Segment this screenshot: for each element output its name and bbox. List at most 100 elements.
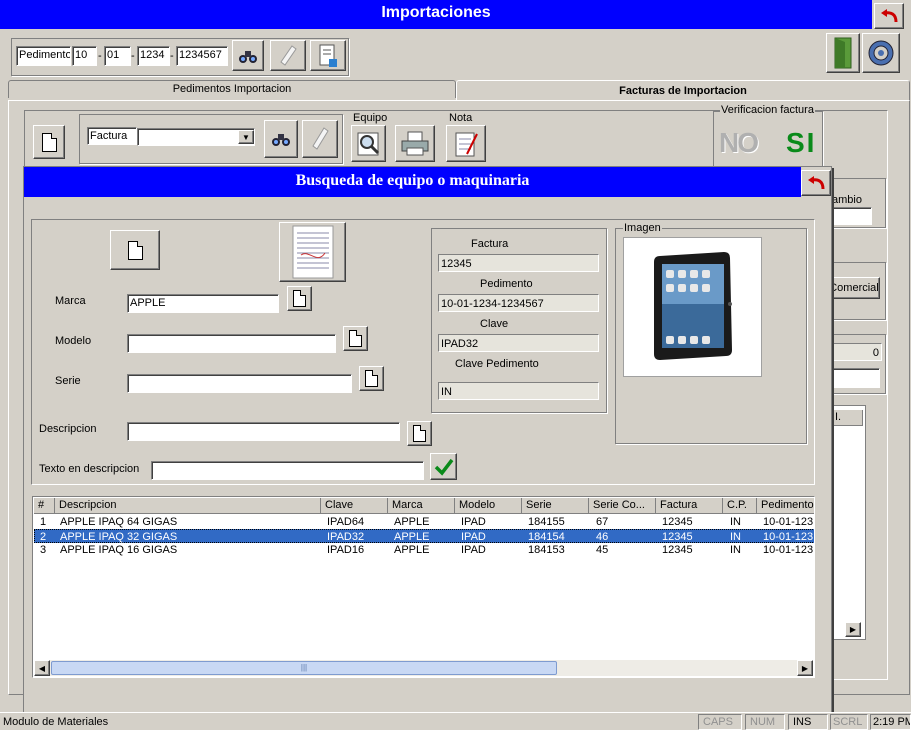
- comercial-button[interactable]: Comercial: [828, 277, 880, 299]
- serie-input[interactable]: [127, 374, 352, 393]
- tab-facturas-label: Facturas de Importacion: [619, 85, 747, 97]
- modelo-label: Modelo: [55, 335, 92, 347]
- info-clave-ped-value: IN: [438, 382, 599, 400]
- right-grid-scroll-right[interactable]: ▶: [845, 622, 861, 637]
- chevron-right-icon: ▶: [801, 663, 809, 673]
- si-label: SI: [786, 127, 817, 158]
- info-pedimento-value: 10-01-1234-1234567: [438, 294, 599, 312]
- col-modelo[interactable]: Modelo: [455, 498, 522, 514]
- factura-edit-button[interactable]: [302, 120, 338, 158]
- gear-icon: [868, 40, 894, 66]
- col-pedimento[interactable]: Pedimento: [757, 498, 814, 514]
- tab-facturas[interactable]: Facturas de Importacion: [456, 80, 910, 101]
- dialog-title-bar: Busqueda de equipo o maquinaria: [24, 167, 801, 197]
- exit-door-button[interactable]: [826, 33, 860, 73]
- marca-label: Marca: [55, 295, 86, 307]
- pedimento-label-box: Pedimento: [16, 46, 71, 66]
- dialog-new-button[interactable]: [110, 230, 160, 270]
- marca-input[interactable]: APPLE: [127, 294, 279, 313]
- modelo-lookup-button[interactable]: [343, 326, 368, 351]
- info-factura-label: Factura: [471, 238, 509, 250]
- tab-pedimentos[interactable]: Pedimentos Importacion: [8, 80, 456, 98]
- info-clave-ped-label: Clave Pedimento: [455, 358, 539, 370]
- info-clave-value: IPAD32: [438, 334, 599, 352]
- pedimento-report-button[interactable]: [310, 40, 346, 71]
- chevron-down-icon: ▼: [242, 132, 250, 142]
- pedimento-part-4[interactable]: 1234567: [176, 46, 228, 66]
- sep-1: -: [98, 50, 102, 62]
- right-field: [830, 368, 880, 388]
- serie-label: Serie: [55, 375, 81, 387]
- descripcion-input[interactable]: [127, 422, 400, 441]
- pedimento-part-2[interactable]: 01: [104, 46, 131, 66]
- pedimento-part-3[interactable]: 1234: [137, 46, 170, 66]
- marca-lookup-button[interactable]: [287, 286, 312, 311]
- texto-search-button[interactable]: [430, 453, 457, 480]
- descripcion-label: Descripcion: [39, 423, 97, 435]
- status-num: NUM: [745, 714, 785, 730]
- modelo-input[interactable]: [127, 334, 336, 353]
- binoculars-icon: [239, 50, 257, 63]
- settings-button[interactable]: [862, 33, 900, 73]
- no-label: NO: [719, 127, 759, 158]
- col-cp[interactable]: C.P.: [723, 498, 757, 514]
- results-table[interactable]: # Descripcion Clave Marca Modelo Serie S…: [32, 496, 815, 678]
- nota-button[interactable]: [446, 125, 486, 162]
- table-row[interactable]: 3 APPLE IPAQ 16 GIGAS IPAD16 APPLE IPAD …: [34, 543, 814, 557]
- eraser-icon: [312, 127, 329, 150]
- magnifier-document-icon: [357, 132, 379, 155]
- table-hscrollbar[interactable]: ◀ ||| ▶: [34, 660, 813, 676]
- table-row[interactable]: 1 APPLE IPAQ 64 GIGAS IPAD64 APPLE IPAD …: [34, 515, 814, 529]
- binoculars-icon: [272, 134, 290, 146]
- no-button[interactable]: NO: [719, 127, 759, 161]
- col-factura[interactable]: Factura: [656, 498, 723, 514]
- dialog-back-button[interactable]: [801, 170, 831, 196]
- col-serie[interactable]: Serie: [522, 498, 589, 514]
- col-serie-co[interactable]: Serie Co...: [589, 498, 656, 514]
- new-factura-button[interactable]: [33, 125, 65, 159]
- tablet-image: [654, 252, 732, 360]
- info-pedimento-label: Pedimento: [480, 278, 533, 290]
- door-icon: [834, 37, 852, 69]
- scroll-right-button[interactable]: ▶: [797, 660, 813, 676]
- col-descripcion[interactable]: Descripcion: [55, 498, 321, 514]
- descripcion-lookup-button[interactable]: [407, 421, 432, 446]
- main-title: Importaciones: [381, 4, 491, 21]
- col-marca[interactable]: Marca: [388, 498, 455, 514]
- cambio-field: [830, 207, 872, 225]
- scroll-left-button[interactable]: ◀: [34, 660, 50, 676]
- status-scrl: SCRL: [830, 714, 868, 730]
- texto-label: Texto en descripcion: [39, 463, 140, 475]
- sep-2: -: [131, 50, 135, 62]
- factura-dropdown-button[interactable]: ▼: [238, 130, 254, 144]
- table-row-selected[interactable]: 2 APPLE IPAQ 32 GIGAS IPAD32 APPLE IPAD …: [34, 529, 814, 543]
- texto-input[interactable]: [151, 461, 424, 480]
- dialog-title: Busqueda de equipo o maquinaria: [295, 172, 530, 189]
- col-num[interactable]: #: [34, 498, 55, 514]
- main-back-button[interactable]: [874, 3, 904, 29]
- new-document-icon: [41, 132, 57, 152]
- chevron-left-icon: ◀: [38, 663, 46, 673]
- pedimento-edit-button[interactable]: [270, 40, 306, 71]
- col-clave[interactable]: Clave: [321, 498, 388, 514]
- document-icon: [365, 370, 378, 387]
- report-icon: [319, 44, 337, 67]
- serie-lookup-button[interactable]: [359, 366, 384, 391]
- scroll-thumb[interactable]: |||: [51, 661, 557, 675]
- right-grid-header: I.: [831, 410, 863, 426]
- factura-label: Factura: [90, 130, 128, 142]
- equipo-label: Equipo: [353, 112, 388, 124]
- dialog-report-button[interactable]: [279, 222, 346, 282]
- chevron-right-icon: ▶: [849, 625, 857, 634]
- si-button[interactable]: SI: [786, 127, 824, 161]
- document-icon: [413, 425, 426, 442]
- print-button[interactable]: [395, 125, 435, 162]
- pedimento-search-button[interactable]: [232, 40, 264, 71]
- factura-search-button[interactable]: [264, 120, 298, 158]
- info-factura-value: 12345: [438, 254, 599, 272]
- right-grid: [830, 405, 866, 640]
- pedimento-part-1[interactable]: 10: [72, 46, 97, 66]
- info-clave-label: Clave: [480, 318, 509, 330]
- equipo-search-button[interactable]: [351, 125, 386, 162]
- status-caps: CAPS: [698, 714, 742, 730]
